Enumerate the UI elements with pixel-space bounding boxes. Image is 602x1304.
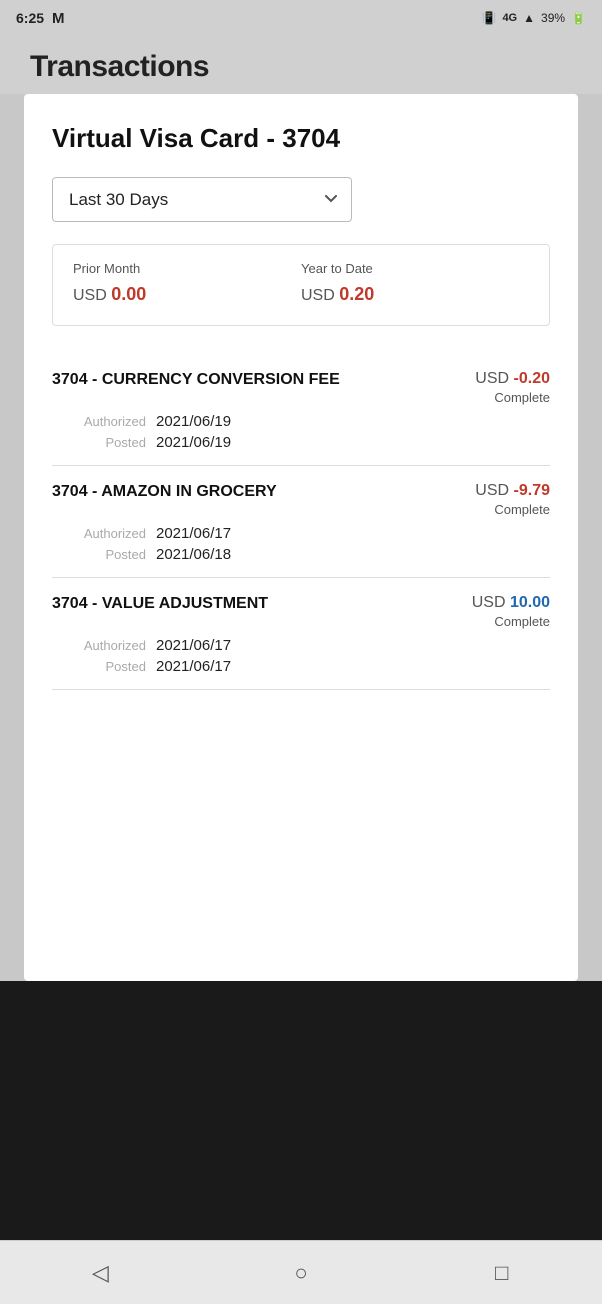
authorized-label: Authorized <box>56 526 146 541</box>
authorized-row: Authorized 2021/06/17 <box>56 637 550 654</box>
posted-row: Posted 2021/06/17 <box>56 658 550 675</box>
prior-month-value: USD 0.00 <box>73 284 301 305</box>
usd-prefix: USD <box>475 370 513 387</box>
recent-apps-button[interactable]: □ <box>478 1249 526 1297</box>
page-title: Transactions <box>30 50 572 84</box>
ytd-label: Year to Date <box>301 261 529 276</box>
battery-percent: 39% <box>541 11 565 25</box>
transaction-list: 3704 - CURRENCY CONVERSION FEE USD -0.20… <box>52 354 550 690</box>
posted-row: Posted 2021/06/19 <box>56 434 550 451</box>
transaction-header: 3704 - VALUE ADJUSTMENT USD 10.00 Comple… <box>52 594 550 629</box>
home-icon: ○ <box>294 1260 307 1286</box>
ytd-value: USD 0.20 <box>301 284 529 305</box>
nav-bar: ◁ ○ □ <box>0 1240 602 1304</box>
status-bar-left: 6:25 M <box>16 10 65 27</box>
transaction-dates: Authorized 2021/06/17 Posted 2021/06/17 <box>52 637 550 675</box>
authorized-date: 2021/06/17 <box>156 525 231 542</box>
prior-month-col: Prior Month USD 0.00 <box>73 261 301 305</box>
transaction-header: 3704 - AMAZON IN GROCERY USD -9.79 Compl… <box>52 482 550 517</box>
prior-month-amount: 0.00 <box>111 284 146 304</box>
posted-date: 2021/06/17 <box>156 658 231 675</box>
date-filter-dropdown[interactable]: Last 30 Days Last 7 Days Last 90 Days Ye… <box>52 177 352 222</box>
posted-date: 2021/06/19 <box>156 434 231 451</box>
transaction-amount: USD 10.00 <box>472 594 550 612</box>
posted-label: Posted <box>56 435 146 450</box>
back-button[interactable]: ◁ <box>76 1249 124 1297</box>
battery-icon: 🔋 <box>571 11 586 25</box>
transaction-amount: USD -0.20 <box>475 370 550 388</box>
home-button[interactable]: ○ <box>277 1249 325 1297</box>
prior-month-usd: USD <box>73 287 111 304</box>
transaction-item: 3704 - CURRENCY CONVERSION FEE USD -0.20… <box>52 354 550 466</box>
transaction-name: 3704 - CURRENCY CONVERSION FEE <box>52 370 475 391</box>
recent-apps-icon: □ <box>495 1260 508 1286</box>
page-header: Transactions <box>0 36 602 94</box>
status-bar-right: 📳 4G ▲ 39% 🔋 <box>481 11 586 25</box>
transaction-amount-col: USD -9.79 Complete <box>475 482 550 517</box>
posted-date: 2021/06/18 <box>156 546 231 563</box>
usd-prefix: USD <box>475 482 513 499</box>
transaction-name: 3704 - VALUE ADJUSTMENT <box>52 594 472 615</box>
transaction-dates: Authorized 2021/06/19 Posted 2021/06/19 <box>52 413 550 451</box>
back-icon: ◁ <box>92 1260 109 1286</box>
authorized-row: Authorized 2021/06/17 <box>56 525 550 542</box>
posted-label: Posted <box>56 659 146 674</box>
transaction-status: Complete <box>472 614 550 629</box>
transaction-amount: USD -9.79 <box>475 482 550 500</box>
vibrate-icon: 📳 <box>481 11 496 25</box>
prior-month-label: Prior Month <box>73 261 301 276</box>
status-bar: 6:25 M 📳 4G ▲ 39% 🔋 <box>0 0 602 36</box>
ytd-usd: USD <box>301 287 339 304</box>
ytd-col: Year to Date USD 0.20 <box>301 261 529 305</box>
gmail-icon: M <box>52 10 65 27</box>
authorized-label: Authorized <box>56 638 146 653</box>
date-filter-container: Last 30 Days Last 7 Days Last 90 Days Ye… <box>52 177 550 222</box>
usd-prefix: USD <box>472 594 510 611</box>
posted-label: Posted <box>56 547 146 562</box>
transaction-amount-col: USD -0.20 Complete <box>475 370 550 405</box>
transaction-item: 3704 - VALUE ADJUSTMENT USD 10.00 Comple… <box>52 578 550 690</box>
transaction-header: 3704 - CURRENCY CONVERSION FEE USD -0.20… <box>52 370 550 405</box>
bottom-space <box>0 981 602 1240</box>
authorized-date: 2021/06/19 <box>156 413 231 430</box>
transaction-dates: Authorized 2021/06/17 Posted 2021/06/18 <box>52 525 550 563</box>
ytd-amount: 0.20 <box>339 284 374 304</box>
main-card: Virtual Visa Card - 3704 Last 30 Days La… <box>24 94 578 981</box>
summary-box: Prior Month USD 0.00 Year to Date USD 0.… <box>52 244 550 326</box>
transaction-amount-col: USD 10.00 Complete <box>472 594 550 629</box>
time-display: 6:25 <box>16 10 44 26</box>
posted-row: Posted 2021/06/18 <box>56 546 550 563</box>
transaction-name: 3704 - AMAZON IN GROCERY <box>52 482 475 503</box>
authorized-date: 2021/06/17 <box>156 637 231 654</box>
card-title: Virtual Visa Card - 3704 <box>52 122 550 155</box>
transaction-item: 3704 - AMAZON IN GROCERY USD -9.79 Compl… <box>52 466 550 578</box>
transaction-status: Complete <box>475 502 550 517</box>
signal-4g-icon: 4G <box>502 12 517 24</box>
transaction-status: Complete <box>475 390 550 405</box>
authorized-row: Authorized 2021/06/19 <box>56 413 550 430</box>
authorized-label: Authorized <box>56 414 146 429</box>
signal-bars-icon: ▲ <box>523 11 535 25</box>
